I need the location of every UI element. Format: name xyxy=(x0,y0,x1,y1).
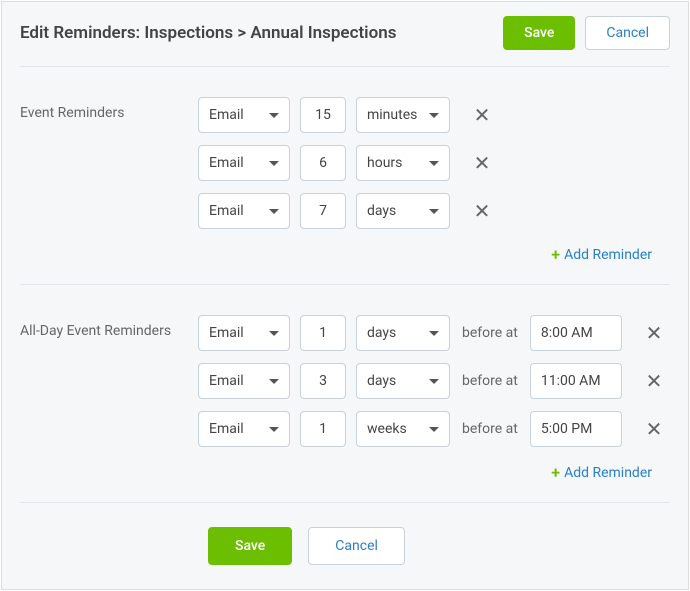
unit-value: days xyxy=(367,325,425,341)
quantity-field[interactable] xyxy=(301,155,345,171)
unit-value: days xyxy=(367,373,425,389)
reminder-row: Email days ✕ xyxy=(198,193,670,229)
method-select[interactable]: Email xyxy=(198,363,290,399)
unit-value: days xyxy=(367,203,425,219)
time-value: 5:00 PM xyxy=(541,421,593,437)
remove-reminder-button[interactable]: ✕ xyxy=(638,411,670,447)
before-at-label: before at xyxy=(462,421,518,437)
caret-down-icon xyxy=(269,379,279,384)
cancel-button[interactable]: Cancel xyxy=(585,16,670,50)
method-select[interactable]: Email xyxy=(198,145,290,181)
close-icon: ✕ xyxy=(474,201,491,221)
method-select[interactable]: Email xyxy=(198,315,290,351)
unit-select[interactable]: minutes xyxy=(356,97,450,133)
method-value: Email xyxy=(209,155,265,171)
time-input[interactable]: 11:00 AM xyxy=(530,363,622,399)
remove-reminder-button[interactable]: ✕ xyxy=(466,145,498,181)
method-select[interactable]: Email xyxy=(198,193,290,229)
unit-select[interactable]: hours xyxy=(356,145,450,181)
remove-reminder-button[interactable]: ✕ xyxy=(466,97,498,133)
footer-buttons: Save Cancel xyxy=(208,527,670,565)
quantity-input[interactable] xyxy=(300,411,346,447)
reminder-row: Email hours ✕ xyxy=(198,145,670,181)
quantity-field[interactable] xyxy=(301,325,345,341)
reminder-row: Email weeks before at 5:00 PM ✕ xyxy=(198,411,670,447)
caret-down-icon xyxy=(429,427,439,432)
allday-reminders-content: Email days before at 8:00 AM ✕ xyxy=(198,315,670,482)
event-reminders-section: Event Reminders Email minutes ✕ xyxy=(2,67,688,284)
remove-reminder-button[interactable]: ✕ xyxy=(466,193,498,229)
quantity-input[interactable] xyxy=(300,193,346,229)
add-reminder-button[interactable]: + Add Reminder xyxy=(551,463,652,482)
caret-down-icon xyxy=(429,331,439,336)
add-reminder-label: Add Reminder xyxy=(564,247,652,263)
time-input[interactable]: 5:00 PM xyxy=(530,411,622,447)
method-value: Email xyxy=(209,421,265,437)
before-at-label: before at xyxy=(462,373,518,389)
page-title: Edit Reminders: Inspections > Annual Ins… xyxy=(20,23,503,43)
save-button[interactable]: Save xyxy=(208,527,292,565)
add-reminder-button[interactable]: + Add Reminder xyxy=(551,245,652,264)
plus-icon: + xyxy=(551,463,560,482)
reminder-row: Email days before at 11:00 AM ✕ xyxy=(198,363,670,399)
save-button[interactable]: Save xyxy=(503,16,575,50)
add-reminder-row: + Add Reminder xyxy=(198,241,670,264)
caret-down-icon xyxy=(429,113,439,118)
header: Edit Reminders: Inspections > Annual Ins… xyxy=(2,2,688,66)
add-reminder-label: Add Reminder xyxy=(564,465,652,481)
unit-value: hours xyxy=(367,155,425,171)
close-icon: ✕ xyxy=(646,371,663,391)
close-icon: ✕ xyxy=(646,323,663,343)
unit-value: minutes xyxy=(367,107,425,123)
unit-value: weeks xyxy=(367,421,425,437)
method-select[interactable]: Email xyxy=(198,97,290,133)
method-value: Email xyxy=(209,107,265,123)
method-value: Email xyxy=(209,325,265,341)
quantity-input[interactable] xyxy=(300,145,346,181)
method-select[interactable]: Email xyxy=(198,411,290,447)
caret-down-icon xyxy=(429,161,439,166)
remove-reminder-button[interactable]: ✕ xyxy=(638,363,670,399)
plus-icon: + xyxy=(551,245,560,264)
reminder-row: Email minutes ✕ xyxy=(198,97,670,133)
time-input[interactable]: 8:00 AM xyxy=(530,315,622,351)
cancel-button[interactable]: Cancel xyxy=(308,527,405,565)
unit-select[interactable]: days xyxy=(356,315,450,351)
caret-down-icon xyxy=(269,161,279,166)
unit-select[interactable]: days xyxy=(356,193,450,229)
method-value: Email xyxy=(209,203,265,219)
time-value: 8:00 AM xyxy=(541,325,593,341)
remove-reminder-button[interactable]: ✕ xyxy=(638,315,670,351)
quantity-input[interactable] xyxy=(300,363,346,399)
edit-reminders-panel: Edit Reminders: Inspections > Annual Ins… xyxy=(1,1,689,590)
quantity-input[interactable] xyxy=(300,97,346,133)
caret-down-icon xyxy=(269,331,279,336)
unit-select[interactable]: days xyxy=(356,363,450,399)
caret-down-icon xyxy=(429,209,439,214)
close-icon: ✕ xyxy=(646,419,663,439)
time-value: 11:00 AM xyxy=(541,373,601,389)
quantity-field[interactable] xyxy=(301,107,345,123)
caret-down-icon xyxy=(269,209,279,214)
add-reminder-row: + Add Reminder xyxy=(198,459,670,482)
caret-down-icon xyxy=(429,379,439,384)
quantity-field[interactable] xyxy=(301,373,345,389)
close-icon: ✕ xyxy=(474,153,491,173)
caret-down-icon xyxy=(269,427,279,432)
event-reminders-label: Event Reminders xyxy=(20,97,198,264)
unit-select[interactable]: weeks xyxy=(356,411,450,447)
allday-reminders-section: All-Day Event Reminders Email days befor… xyxy=(2,285,688,502)
event-reminders-content: Email minutes ✕ Email xyxy=(198,97,670,264)
method-value: Email xyxy=(209,373,265,389)
reminder-row: Email days before at 8:00 AM ✕ xyxy=(198,315,670,351)
before-at-label: before at xyxy=(462,325,518,341)
quantity-field[interactable] xyxy=(301,203,345,219)
quantity-field[interactable] xyxy=(301,421,345,437)
quantity-input[interactable] xyxy=(300,315,346,351)
close-icon: ✕ xyxy=(474,105,491,125)
caret-down-icon xyxy=(269,113,279,118)
footer: Save Cancel xyxy=(2,503,688,589)
allday-reminders-label: All-Day Event Reminders xyxy=(20,315,198,482)
